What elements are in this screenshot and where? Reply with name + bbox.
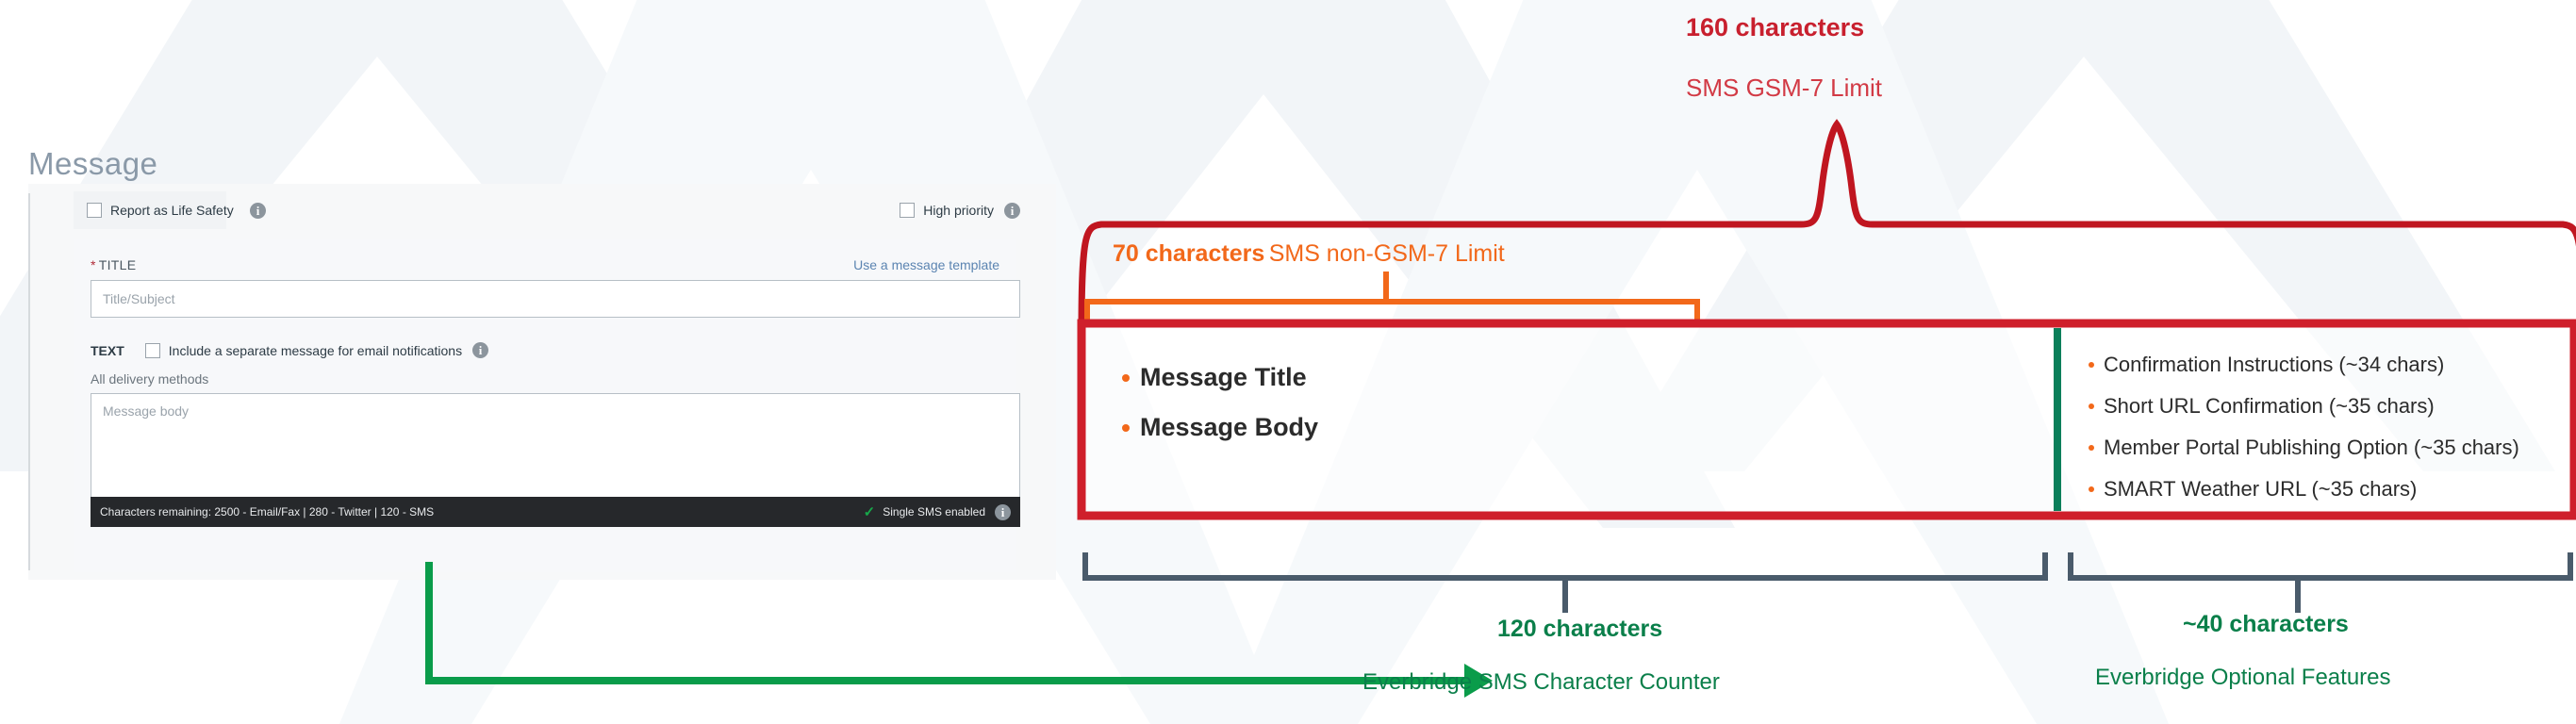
single-sms-info-icon[interactable]: i xyxy=(995,503,1011,520)
title-field-label: * TITLE xyxy=(91,257,136,272)
high-priority-checkbox[interactable] xyxy=(900,203,916,218)
report-as-life-safety-label: Report as Life Safety xyxy=(110,203,234,218)
non-gsm7-label-text: SMS non-GSM-7 Limit xyxy=(1268,240,1505,267)
optional-count-label: ~40 characters xyxy=(2183,611,2349,638)
smart-weather-url-label: SMART Weather URL (~35 chars) xyxy=(2104,477,2418,501)
orange-non-gsm7-bracket xyxy=(1084,272,1700,322)
high-priority-row: High priority i xyxy=(900,191,1020,229)
all-delivery-methods-label: All delivery methods xyxy=(91,371,209,387)
list-item: Confirmation Instructions (~34 chars) xyxy=(2089,344,2519,386)
panel-left-rule xyxy=(28,193,30,570)
separate-email-message-label: Include a separate message for email not… xyxy=(168,342,463,358)
non-gsm7-count-text: 70 characters xyxy=(1113,240,1265,267)
message-title-item-label: Message Title xyxy=(1140,363,1307,391)
list-item: Message Body xyxy=(1122,413,1318,442)
message-body-item-label: Message Body xyxy=(1140,413,1319,441)
title-label-row: * TITLE Use a message template xyxy=(91,257,999,272)
list-item: Short URL Confirmation (~35 chars) xyxy=(2089,386,2519,427)
report-as-life-safety-row: Report as Life Safety xyxy=(74,191,234,229)
gsm7-count-label: 160 characters xyxy=(1686,13,1864,42)
confirmation-instructions-label: Confirmation Instructions (~34 chars) xyxy=(2104,353,2445,376)
single-sms-status: ✓ Single SMS enabled i xyxy=(864,503,1011,520)
bullet-dot-icon xyxy=(1122,373,1130,382)
separate-email-info-icon[interactable]: i xyxy=(472,342,489,358)
list-item: Member Portal Publishing Option (~35 cha… xyxy=(2089,427,2519,469)
member-portal-publishing-label: Member Portal Publishing Option (~35 cha… xyxy=(2104,436,2519,459)
character-counter-status-bar: Characters remaining: 2500 - Email/Fax |… xyxy=(91,497,1020,527)
title-input[interactable]: Title/Subject xyxy=(91,280,1020,318)
text-section-row: TEXT Include a separate message for emai… xyxy=(91,342,999,358)
optional-features-list: Confirmation Instructions (~34 chars) Sh… xyxy=(2089,344,2519,510)
title-label-text: TITLE xyxy=(98,257,137,272)
high-priority-info-icon[interactable]: i xyxy=(1004,202,1020,219)
single-sms-enabled-label: Single SMS enabled xyxy=(883,505,985,518)
list-item: SMART Weather URL (~35 chars) xyxy=(2089,469,2519,510)
use-message-template-link[interactable]: Use a message template xyxy=(853,257,999,272)
required-message-parts-list: Message Title Message Body xyxy=(1122,363,1318,463)
optional-sublabel: Everbridge Optional Features xyxy=(2095,665,2391,691)
navy-counter-bracket xyxy=(1082,552,2048,613)
navy-optional-bracket xyxy=(2068,552,2573,613)
gsm7-label-text: SMS GSM-7 Limit xyxy=(1686,74,1883,102)
non-gsm7-label-group: 70 characters SMS non-GSM-7 Limit xyxy=(1113,240,1505,268)
bullet-dot-icon xyxy=(2089,403,2094,409)
bullet-dot-icon xyxy=(2089,362,2094,368)
optional-label-text: Everbridge Optional Features xyxy=(2095,665,2391,690)
green-counter-arrow xyxy=(425,562,1468,684)
characters-remaining-text: Characters remaining: 2500 - Email/Fax |… xyxy=(100,505,435,518)
counter-count-text: 120 characters xyxy=(1497,616,1663,642)
bullet-dot-icon xyxy=(2089,486,2094,492)
short-url-confirmation-label: Short URL Confirmation (~35 chars) xyxy=(2104,394,2435,418)
message-body-textarea[interactable]: Message body xyxy=(91,393,1020,497)
report-as-life-safety-checkbox[interactable] xyxy=(87,203,102,218)
gsm7-count-text: 160 characters xyxy=(1686,13,1865,41)
message-form-panel: Report as Life Safety i High priority i … xyxy=(28,184,1056,580)
page-title: Message xyxy=(28,146,158,181)
optional-count-text: ~40 characters xyxy=(2183,611,2349,637)
text-section-label: TEXT xyxy=(91,342,124,358)
red-gsm7-bracket xyxy=(1078,119,2576,336)
counter-count-label: 120 characters xyxy=(1497,616,1662,643)
list-item: Message Title xyxy=(1122,363,1318,392)
bullet-dot-icon xyxy=(1122,423,1130,432)
counter-label-text: Everbridge SMS Character Counter xyxy=(1362,669,1720,695)
required-asterisk: * xyxy=(91,257,96,272)
gsm7-sublabel: SMS GSM-7 Limit xyxy=(1686,74,1882,103)
check-icon: ✓ xyxy=(863,504,876,520)
bullet-dot-icon xyxy=(2089,445,2094,451)
life-safety-info-icon[interactable]: i xyxy=(250,203,266,219)
message-card: * TITLE Use a message template Title/Subj… xyxy=(74,239,1020,572)
high-priority-label: High priority xyxy=(923,203,994,218)
separate-email-message-checkbox[interactable] xyxy=(144,342,160,358)
message-form-inner: Report as Life Safety i High priority i … xyxy=(74,184,1056,580)
counter-sublabel: Everbridge SMS Character Counter xyxy=(1362,669,1720,696)
